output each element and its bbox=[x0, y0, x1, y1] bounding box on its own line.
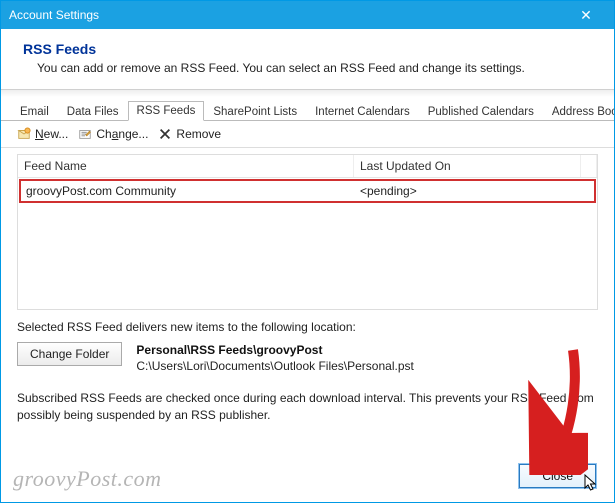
tab-rss-feeds[interactable]: RSS Feeds bbox=[128, 101, 205, 121]
col-feed-name[interactable]: Feed Name bbox=[18, 155, 354, 177]
file-path: C:\Users\Lori\Documents\Outlook Files\Pe… bbox=[136, 358, 413, 374]
toolbar: New... Change... Remove bbox=[1, 121, 614, 148]
delivers-text: Selected RSS Feed delivers new items to … bbox=[17, 320, 598, 334]
folder-path: Personal\RSS Feeds\groovyPost bbox=[136, 342, 413, 358]
remove-icon bbox=[158, 127, 172, 141]
tab-sharepoint-lists[interactable]: SharePoint Lists bbox=[204, 102, 306, 121]
remove-button[interactable]: Remove bbox=[158, 127, 221, 141]
page-title: RSS Feeds bbox=[23, 41, 592, 57]
titlebar: Account Settings ✕ bbox=[1, 1, 614, 29]
remove-label: Remove bbox=[176, 127, 221, 141]
tab-internet-calendars[interactable]: Internet Calendars bbox=[306, 102, 419, 121]
col-spacer bbox=[581, 155, 597, 177]
new-button[interactable]: New... bbox=[17, 127, 68, 141]
tab-data-files[interactable]: Data Files bbox=[58, 102, 128, 121]
window-close-button[interactable]: ✕ bbox=[566, 1, 606, 29]
table-row[interactable]: groovyPost.com Community <pending> bbox=[19, 179, 596, 203]
tab-address-books[interactable]: Address Books bbox=[543, 102, 615, 121]
header: RSS Feeds You can add or remove an RSS F… bbox=[1, 29, 614, 87]
tab-strip: Email Data Files RSS Feeds SharePoint Li… bbox=[1, 97, 614, 121]
window-title: Account Settings bbox=[9, 8, 566, 22]
new-label: New... bbox=[35, 127, 68, 141]
close-icon: ✕ bbox=[580, 7, 592, 24]
new-icon bbox=[17, 127, 31, 141]
tab-published-calendars[interactable]: Published Calendars bbox=[419, 102, 543, 121]
delivery-section: Selected RSS Feed delivers new items to … bbox=[1, 310, 614, 384]
change-label: Change... bbox=[96, 127, 148, 141]
close-button[interactable]: Close bbox=[519, 464, 596, 488]
col-last-updated[interactable]: Last Updated On bbox=[354, 155, 581, 177]
footnote: Subscribed RSS Feeds are checked once du… bbox=[17, 390, 598, 422]
divider bbox=[1, 89, 614, 97]
change-folder-button[interactable]: Change Folder bbox=[17, 342, 122, 366]
account-settings-window: Account Settings ✕ RSS Feeds You can add… bbox=[0, 0, 615, 503]
feed-updated-cell: <pending> bbox=[355, 181, 594, 201]
footer: Close bbox=[1, 423, 614, 502]
change-icon bbox=[78, 127, 92, 141]
tab-email[interactable]: Email bbox=[11, 102, 58, 121]
feed-table-header: Feed Name Last Updated On bbox=[18, 155, 597, 178]
page-subtitle: You can add or remove an RSS Feed. You c… bbox=[37, 61, 592, 75]
change-button[interactable]: Change... bbox=[78, 127, 148, 141]
feed-table: Feed Name Last Updated On groovyPost.com… bbox=[17, 154, 598, 310]
feed-name-cell: groovyPost.com Community bbox=[21, 181, 355, 201]
folder-info: Personal\RSS Feeds\groovyPost C:\Users\L… bbox=[136, 342, 413, 374]
